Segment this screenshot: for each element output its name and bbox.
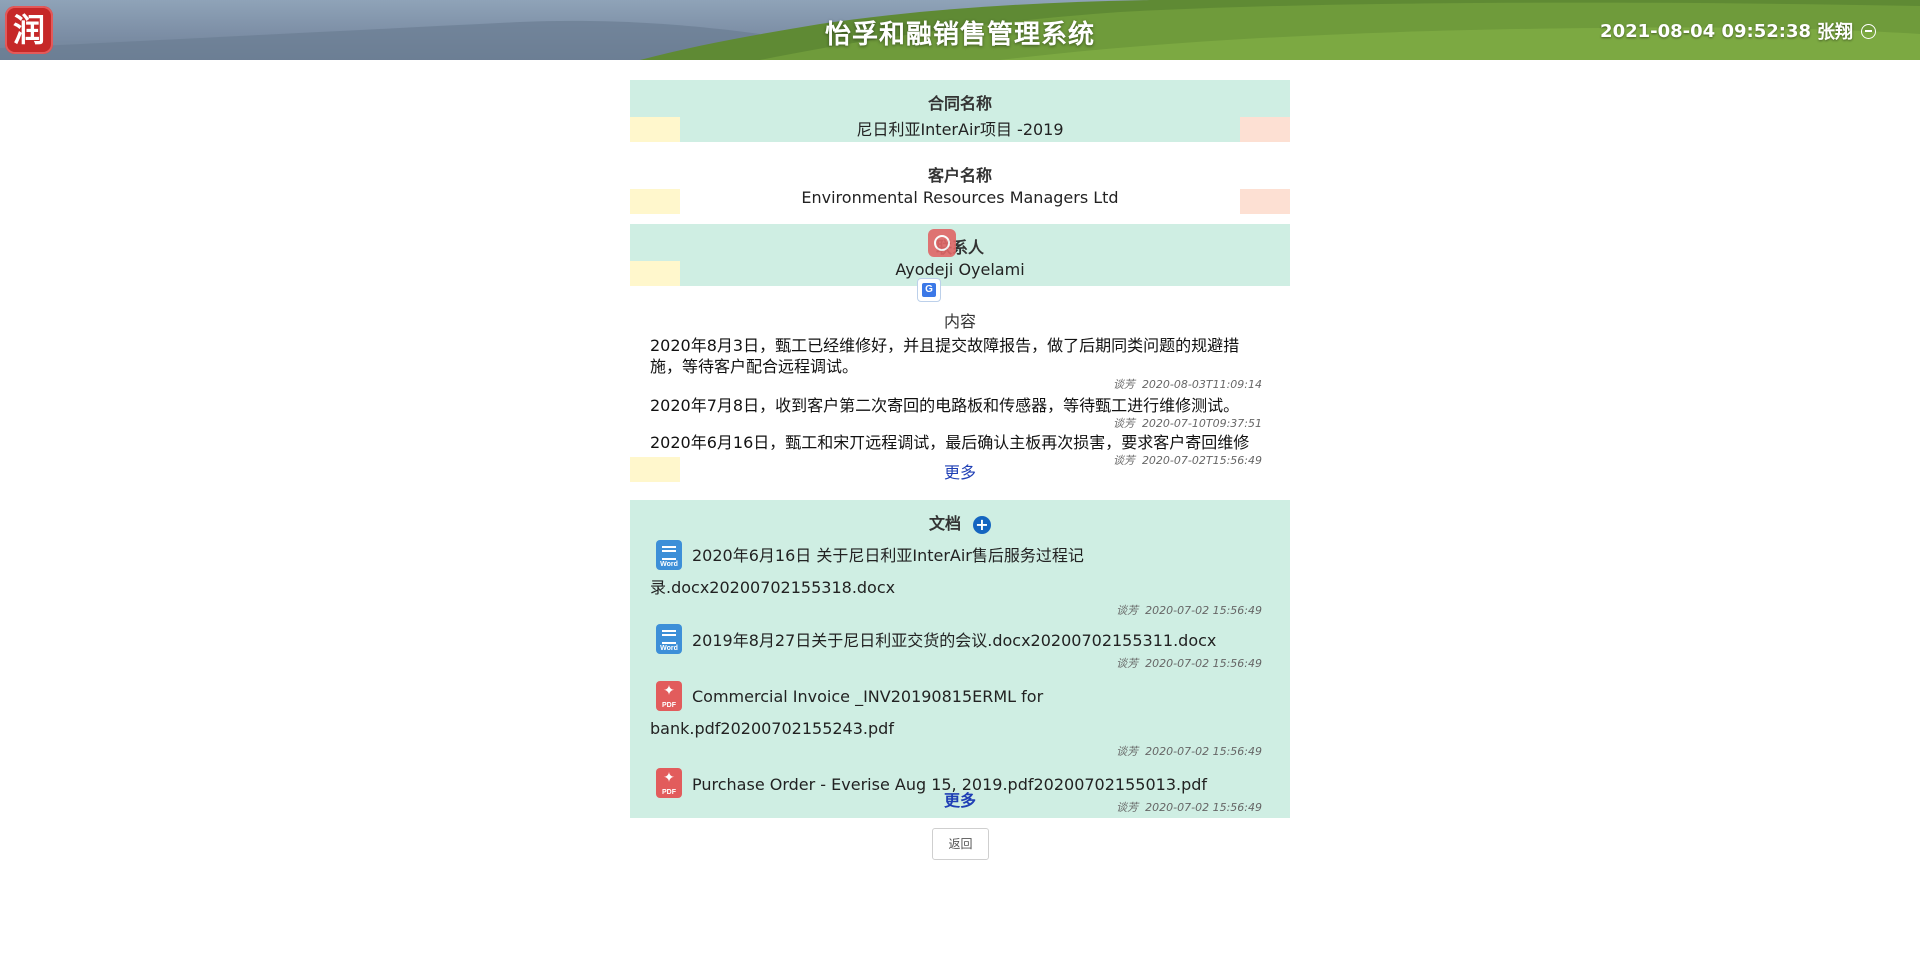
document-item[interactable]: ✦ PDF Commercial Invoice _INV20190815ERML … xyxy=(650,680,1262,760)
note-time: 2020-08-03T11:09:14 xyxy=(1141,378,1262,391)
note-text: 2020年8月3日，甄工已经维修好，并且提交故障报告，做了后期同类问题的规避措施… xyxy=(650,336,1240,376)
document-time: 2020-07-02 15:56:49 xyxy=(1145,603,1262,617)
document-title[interactable]: Word 2020年6月16日 关于尼日利亚InterAir售后服务过程记 xyxy=(650,539,1262,572)
note-text: 2020年7月8日，收到客户第二次寄回的电路板和传感器，等待甄工进行维修测试。 xyxy=(650,396,1240,415)
document-meta: 谈芳 2020-07-02 15:56:49 xyxy=(650,744,1262,760)
word-file-icon: Word xyxy=(656,539,682,570)
contract-name-value: 尼日利亚InterAir项目 -2019 xyxy=(856,120,1064,139)
file-type-tag: PDF xyxy=(662,701,676,709)
document-meta: 谈芳 2020-07-02 15:56:49 xyxy=(650,603,1262,619)
document-item[interactable]: Word 2020年6月16日 关于尼日利亚InterAir售后服务过程记 录.d… xyxy=(650,539,1262,619)
contact-card: 联系人 Ayodeji Oyelami xyxy=(630,224,1290,286)
customer-name-value: Environmental Resources Managers Ltd xyxy=(801,188,1119,207)
card-corner-left xyxy=(630,117,680,142)
document-item[interactable]: Word 2019年8月27日关于尼日利亚交货的会议.docx2020070215… xyxy=(650,624,1262,673)
content-label: 内容 xyxy=(943,312,976,331)
contract-name-card: 合同名称 尼日利亚InterAir项目 -2019 xyxy=(630,80,1290,142)
contract-name-label: 合同名称 xyxy=(927,94,992,113)
search-extension-icon[interactable] xyxy=(928,229,956,257)
documents-more-link[interactable]: 更多 xyxy=(630,787,1290,811)
documents-label: 文档 xyxy=(928,514,961,533)
documents-header: 文档 + xyxy=(630,510,1290,534)
file-type-tag: Word xyxy=(660,560,678,568)
document-author: 谈芳 xyxy=(1116,603,1139,617)
note-author: 谈芳 xyxy=(1112,378,1135,391)
note-meta: 谈芳 2020-08-03T11:09:14 xyxy=(650,377,1262,393)
card-corner-left xyxy=(630,457,680,482)
note-item: 2020年7月8日，收到客户第二次寄回的电路板和传感器，等待甄工进行维修测试。 … xyxy=(650,395,1262,432)
customer-name-label: 客户名称 xyxy=(927,166,992,185)
card-corner-right xyxy=(1240,189,1290,214)
customer-name-card: 客户名称 Environmental Resources Managers Lt… xyxy=(630,152,1290,214)
document-author: 谈芳 xyxy=(1116,744,1139,758)
card-corner-left xyxy=(630,189,680,214)
document-meta: 谈芳 2020-07-02 15:56:49 xyxy=(650,656,1262,672)
notes-more-link[interactable]: 更多 xyxy=(630,459,1290,483)
document-title[interactable]: Word 2019年8月27日关于尼日利亚交货的会议.docx2020070215… xyxy=(650,624,1262,657)
word-file-icon: Word xyxy=(656,624,682,654)
add-document-icon[interactable]: + xyxy=(973,515,991,534)
document-name-line1[interactable]: 2020年6月16日 关于尼日利亚InterAir售后服务过程记 xyxy=(692,546,1084,565)
translate-icon[interactable]: G xyxy=(917,278,941,302)
note-item: 2020年8月3日，甄工已经维修好，并且提交故障报告，做了后期同类问题的规避措施… xyxy=(650,335,1262,393)
pdf-file-icon: ✦ PDF xyxy=(656,680,682,711)
content-card: 内容 2020年8月3日，甄工已经维修好，并且提交故障报告，做了后期同类问题的规… xyxy=(630,296,1290,490)
card-corner-left xyxy=(630,261,680,286)
logout-icon[interactable] xyxy=(1861,23,1876,39)
document-time: 2020-07-02 15:56:49 xyxy=(1145,744,1262,758)
documents-card: 文档 + Word 2020年6月16日 关于尼日利亚InterAir售后服务过程记… xyxy=(630,500,1290,818)
app-header: 润 怡孚和融销售管理系统 2021-08-04 09:52:38 张翔 xyxy=(0,0,1920,60)
documents-list: Word 2020年6月16日 关于尼日利亚InterAir售后服务过程记 录.d… xyxy=(650,539,1262,816)
document-time: 2020-07-02 15:56:49 xyxy=(1145,657,1262,670)
current-datetime: 2021-08-04 09:52:38 xyxy=(1600,20,1811,42)
note-time: 2020-07-10T09:37:51 xyxy=(1141,417,1262,430)
back-button[interactable]: 返回 xyxy=(932,828,989,860)
contact-label: 联系人 xyxy=(935,238,984,257)
document-name-line1[interactable]: Commercial Invoice _INV20190815ERML for … xyxy=(650,687,1043,738)
note-author: 谈芳 xyxy=(1112,417,1135,430)
card-corner-right xyxy=(1240,117,1290,142)
note-meta: 谈芳 2020-07-10T09:37:51 xyxy=(650,416,1262,432)
current-user-name: 张翔 xyxy=(1817,22,1853,43)
document-name-line1[interactable]: 2019年8月27日关于尼日利亚交货的会议.docx20200702155311… xyxy=(692,631,1216,650)
user-area: 2021-08-04 09:52:38 张翔 xyxy=(1600,18,1876,44)
note-text: 2020年6月16日，甄工和宋丌远程调试，最后确认主板再次损害，要求客户寄回维修 xyxy=(650,433,1250,452)
file-type-tag: Word xyxy=(660,645,678,652)
document-author: 谈芳 xyxy=(1116,657,1139,670)
notes-list: 2020年8月3日，甄工已经维修好，并且提交故障报告，做了后期同类问题的规避措施… xyxy=(650,335,1262,469)
contact-value: Ayodeji Oyelami xyxy=(895,260,1025,279)
document-name-line2[interactable]: 录.docx20200702155318.docx xyxy=(650,572,1262,603)
document-title[interactable]: ✦ PDF Commercial Invoice _INV20190815ERML … xyxy=(650,680,1262,744)
